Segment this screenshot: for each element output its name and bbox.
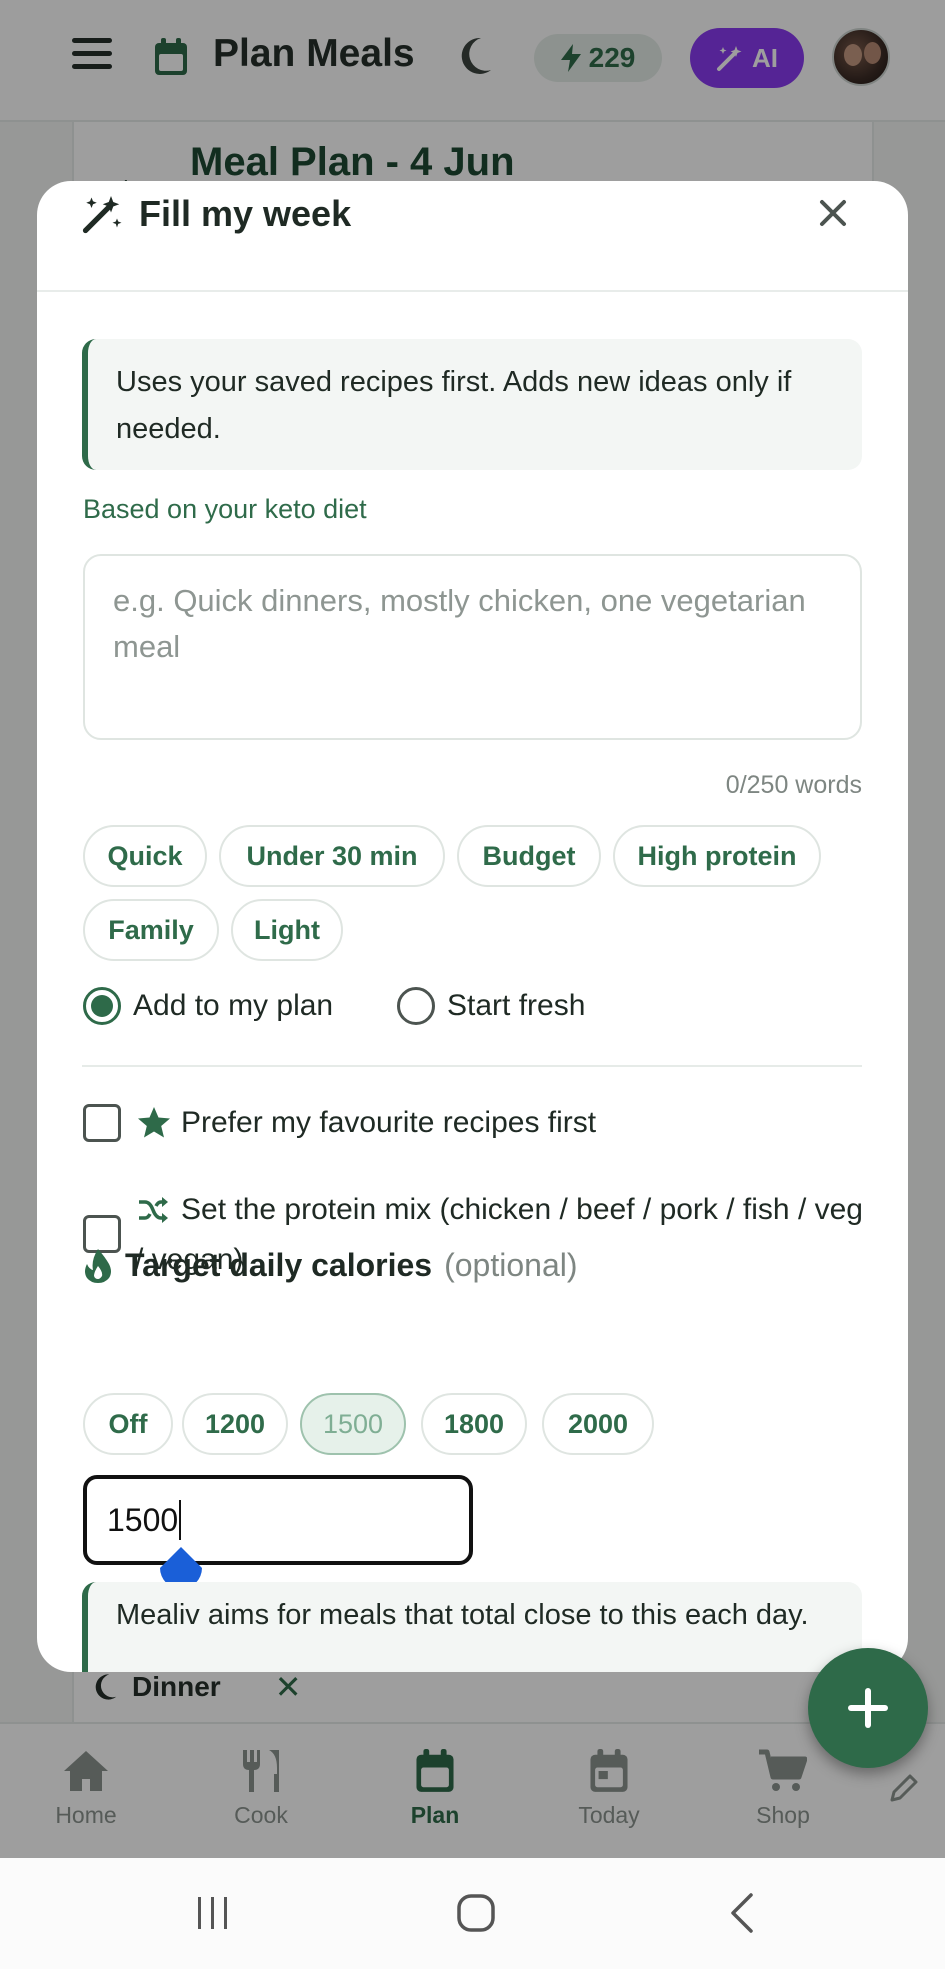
radio-button-checked[interactable] bbox=[83, 987, 121, 1025]
modal-header: Fill my week bbox=[37, 181, 908, 292]
recipes-info-box: Uses your saved recipes first. Adds new … bbox=[82, 339, 862, 470]
chip-under-30-min[interactable]: Under 30 min bbox=[219, 825, 445, 887]
calorie-input-value: 1500 bbox=[107, 1501, 179, 1538]
radio-start-fresh[interactable]: Start fresh bbox=[397, 987, 585, 1025]
system-nav-bar bbox=[0, 1858, 945, 1969]
calories-optional: (optional) bbox=[444, 1247, 578, 1283]
fill-week-modal: Fill my week Uses your saved recipes fir… bbox=[37, 181, 908, 1672]
chip-family[interactable]: Family bbox=[83, 899, 219, 961]
star-icon bbox=[137, 1106, 171, 1145]
calories-heading: Target daily calories (optional) bbox=[83, 1247, 578, 1284]
radio-label: Start fresh bbox=[447, 989, 586, 1022]
home-system-button[interactable] bbox=[446, 1888, 506, 1938]
prompt-field-wrap bbox=[83, 554, 862, 740]
calories-title: Target daily calories bbox=[125, 1247, 433, 1283]
shuffle-icon bbox=[137, 1195, 169, 1230]
calorie-chip-1800[interactable]: 1800 bbox=[421, 1393, 527, 1455]
home-button-icon bbox=[457, 1894, 495, 1932]
radio-button[interactable] bbox=[397, 987, 435, 1025]
text-caret bbox=[179, 1500, 182, 1540]
back-icon bbox=[731, 1893, 753, 1933]
chip-budget[interactable]: Budget bbox=[457, 825, 601, 887]
radio-label: Add to my plan bbox=[133, 989, 334, 1022]
close-button[interactable] bbox=[811, 191, 855, 235]
chip-quick[interactable]: Quick bbox=[83, 825, 207, 887]
add-button[interactable] bbox=[808, 1648, 928, 1768]
divider bbox=[82, 1065, 862, 1067]
close-icon bbox=[820, 200, 846, 226]
diet-label: Based on your keto diet bbox=[83, 494, 367, 524]
favourites-checkbox[interactable] bbox=[83, 1104, 121, 1142]
calorie-chip-1200[interactable]: 1200 bbox=[182, 1393, 288, 1455]
calorie-chip-2000[interactable]: 2000 bbox=[542, 1393, 654, 1455]
plus-icon bbox=[848, 1688, 888, 1728]
chip-light[interactable]: Light bbox=[231, 899, 343, 961]
back-system-button[interactable] bbox=[712, 1888, 772, 1938]
fire-icon bbox=[85, 1248, 111, 1283]
calorie-input[interactable]: 1500 bbox=[83, 1475, 473, 1565]
magic-wand-icon bbox=[81, 193, 123, 240]
recent-apps-button[interactable] bbox=[183, 1888, 243, 1938]
calorie-chip-1500[interactable]: 1500 bbox=[300, 1393, 406, 1455]
chip-high-protein[interactable]: High protein bbox=[613, 825, 821, 887]
modal-title: Fill my week bbox=[139, 193, 352, 234]
calorie-info-box: Mealiv aims for meals that total close t… bbox=[82, 1582, 862, 1672]
favourites-label: Prefer my favourite recipes first bbox=[181, 1106, 597, 1139]
prompt-input[interactable] bbox=[85, 556, 860, 738]
word-count: 0/250 words bbox=[725, 771, 862, 799]
recent-apps-icon bbox=[198, 1897, 227, 1929]
calorie-chip-off[interactable]: Off bbox=[83, 1393, 173, 1455]
radio-add-to-plan[interactable]: Add to my plan bbox=[83, 987, 333, 1025]
